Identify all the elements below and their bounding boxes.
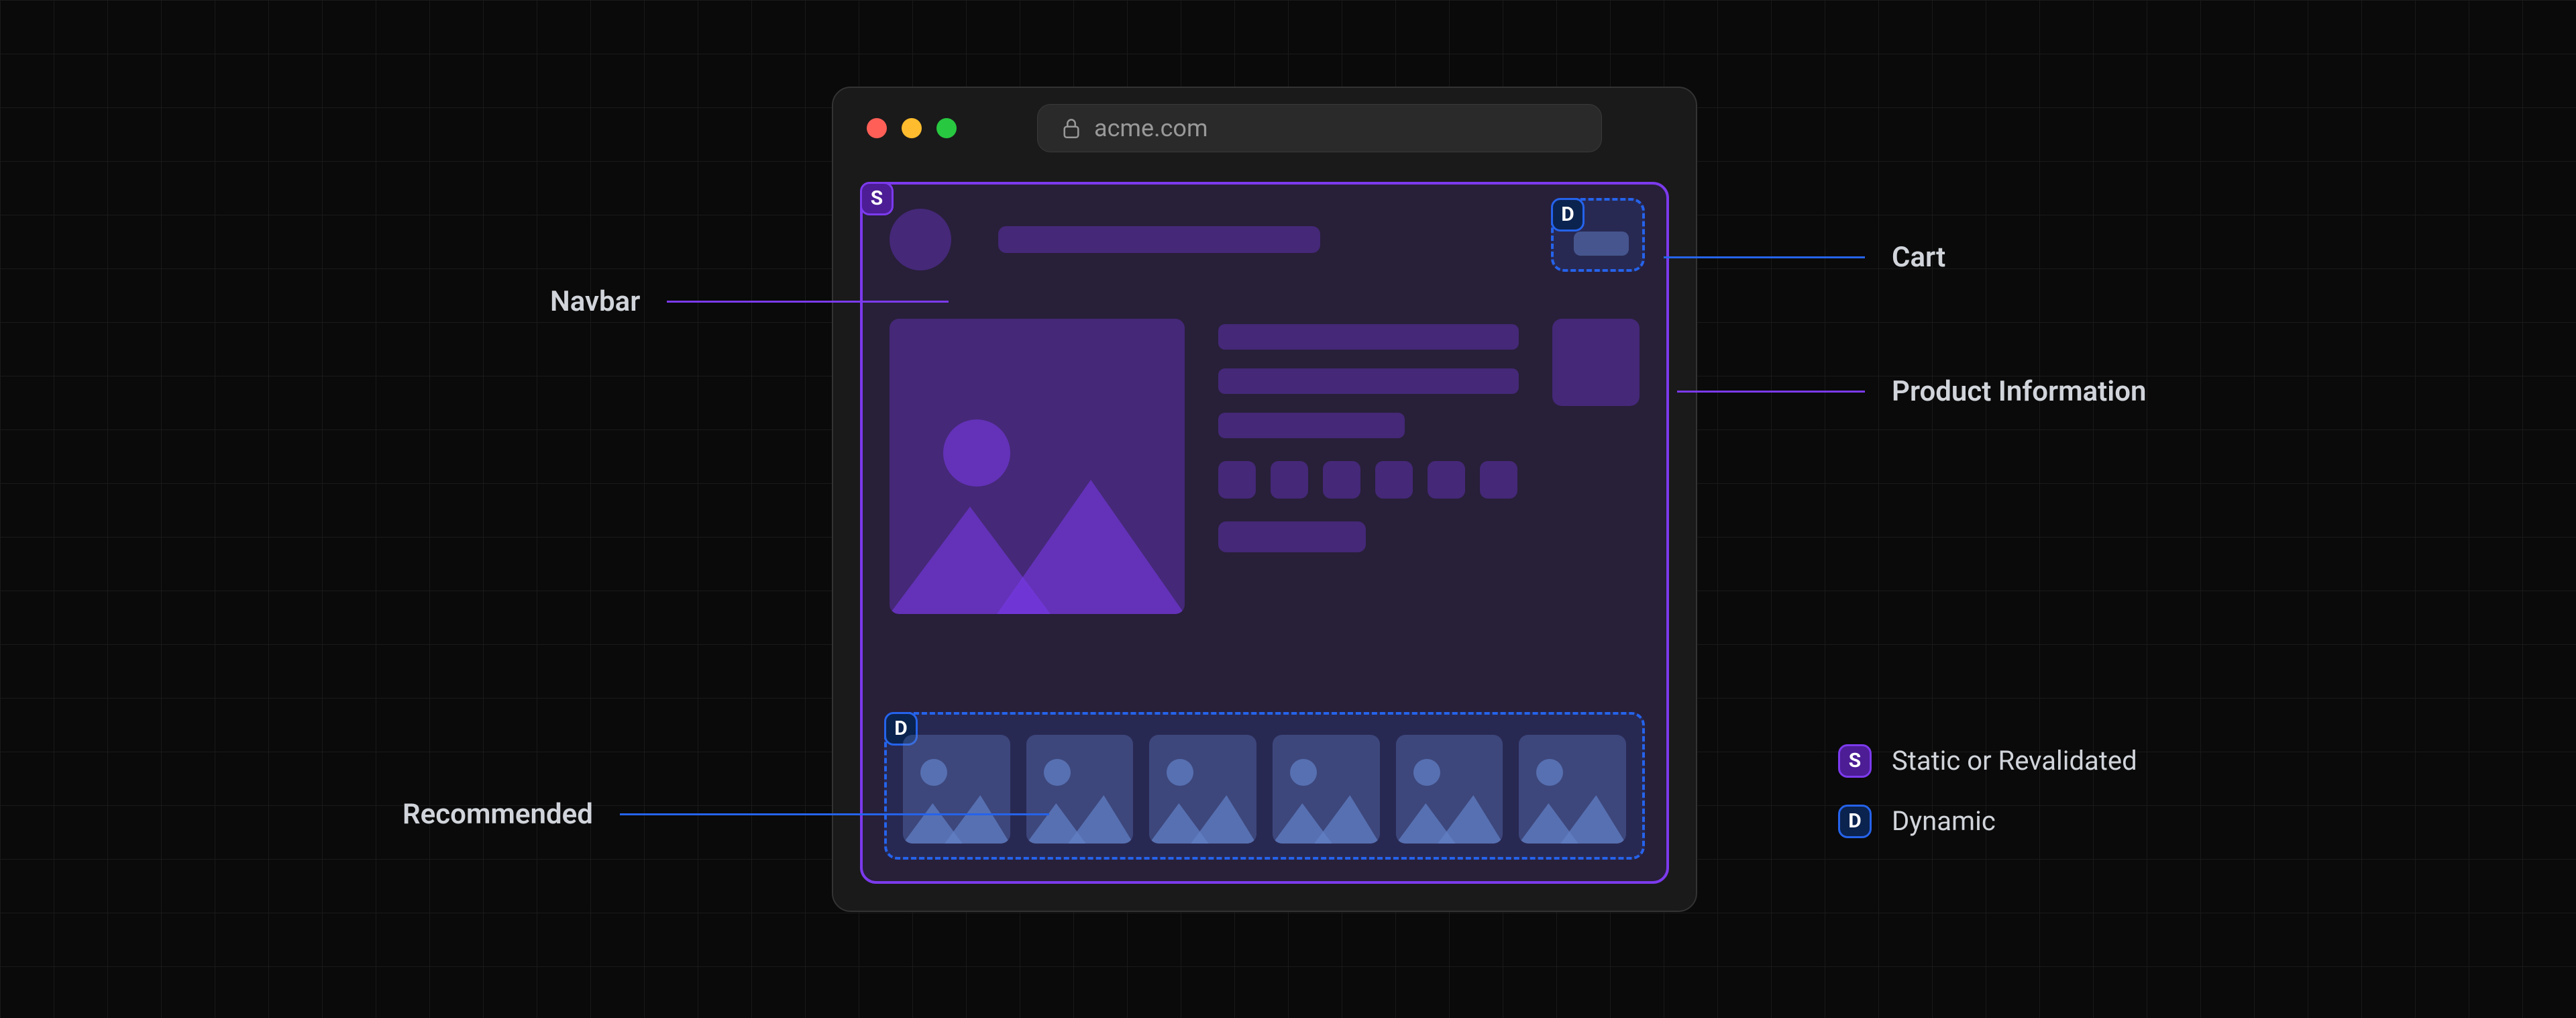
legend: S Static or Revalidated D Dynamic [1838,744,2137,838]
callout-recommended-label: Recommended [402,798,593,831]
logo-placeholder-icon [890,209,951,270]
image-sun-icon [1044,759,1071,786]
swatch-placeholder [1428,461,1465,499]
badge-d-label: D [1848,809,1862,833]
traffic-lights [867,118,957,138]
text-line-placeholder [1218,413,1405,438]
static-badge-icon: S [1838,744,1872,778]
image-mountain-icon [1519,790,1626,844]
callout-line [1664,256,1865,258]
dynamic-badge-icon: D [1551,198,1585,232]
dynamic-badge-icon: D [1838,805,1872,838]
dynamic-cart-region: D [1551,198,1645,272]
recommended-item-placeholder [1396,735,1503,844]
image-mountain-icon [1396,790,1503,844]
traffic-light-close-icon [867,118,887,138]
callout-line [620,813,1049,815]
callout-product-info-label: Product Information [1892,375,2146,408]
side-thumbnail-placeholder [1552,319,1640,406]
swatch-placeholder [1323,461,1360,499]
dynamic-recommended-region: D [884,712,1645,860]
recommended-item-placeholder [1273,735,1380,844]
nav-links-placeholder [998,226,1320,253]
cart-button-placeholder [1574,232,1629,256]
callout-cart-label: Cart [1892,241,1945,274]
diagram-stage: acme.com S D [362,87,2214,932]
swatch-placeholder [1375,461,1413,499]
badge-d-label: D [1561,203,1574,226]
text-line-placeholder [1218,324,1519,350]
legend-row-static: S Static or Revalidated [1838,744,2137,778]
image-mountain-icon [1273,790,1380,844]
recommended-item-placeholder [1149,735,1256,844]
url-text: acme.com [1094,114,1208,142]
static-region: S D [860,182,1669,884]
url-bar: acme.com [1037,104,1602,152]
legend-dynamic-label: Dynamic [1892,805,1996,837]
product-image-placeholder-icon [890,319,1185,614]
text-line-placeholder [1218,368,1519,394]
image-sun-icon [1290,759,1317,786]
callout-recommended: Recommended [402,798,1049,831]
image-sun-icon [920,759,947,786]
callout-cart: Cart [1664,241,1945,274]
image-mountain-icon [1149,790,1256,844]
wireframe-product-info [890,319,1640,614]
swatch-row [1218,461,1519,499]
swatch-placeholder [1271,461,1308,499]
callout-line [667,301,949,303]
swatch-placeholder [1480,461,1517,499]
badge-s-label: S [1849,749,1861,772]
image-sun-icon [1413,759,1440,786]
image-sun-icon [1167,759,1193,786]
recommended-item-placeholder [1519,735,1626,844]
callout-navbar-label: Navbar [550,285,640,318]
legend-static-label: Static or Revalidated [1892,745,2137,776]
diagram-canvas: acme.com S D [0,0,2576,1018]
badge-s-label: S [871,187,883,210]
legend-row-dynamic: D Dynamic [1838,805,2137,838]
browser-window: acme.com S D [832,87,1697,912]
cta-button-placeholder [1218,521,1366,552]
lock-icon [1062,117,1081,139]
browser-titlebar: acme.com [833,88,1696,168]
image-mountain-icon [890,466,1185,614]
callout-navbar: Navbar [550,285,949,318]
traffic-light-maximize-icon [936,118,957,138]
static-badge-icon: S [860,182,894,215]
product-details-placeholder [1218,319,1519,614]
image-sun-icon [1536,759,1563,786]
wireframe-navbar [890,206,1640,273]
traffic-light-minimize-icon [902,118,922,138]
callout-product-info: Product Information [1677,375,2146,408]
callout-line [1677,391,1865,393]
swatch-placeholder [1218,461,1256,499]
